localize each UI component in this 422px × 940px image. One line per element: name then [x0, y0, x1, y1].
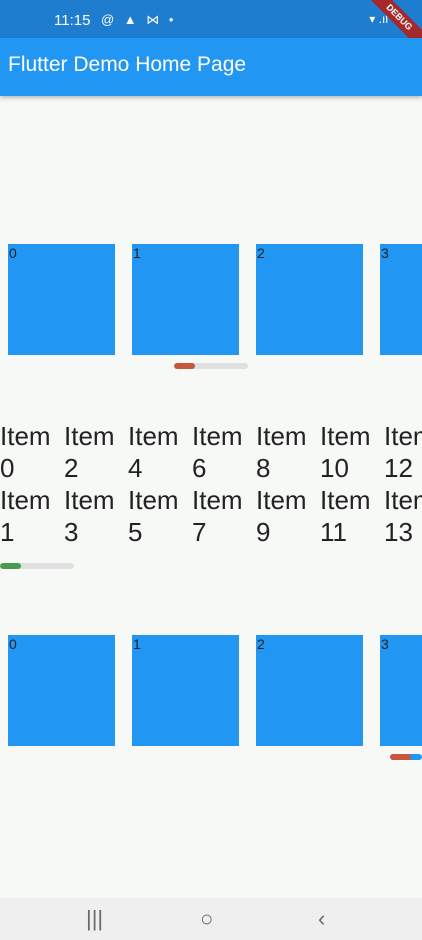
carousel-tile[interactable]: 1	[132, 635, 239, 746]
tile-label: 3	[381, 636, 389, 652]
tile-label: 1	[133, 636, 141, 652]
carousel-tile[interactable]: 2	[256, 635, 363, 746]
list-item[interactable]: Item 5	[128, 484, 192, 548]
list-item[interactable]: Item 13	[384, 484, 422, 548]
list-item[interactable]: Item 1	[0, 484, 64, 548]
carousel-tile[interactable]: 0	[8, 244, 115, 355]
grid-scroll-indicator[interactable]	[0, 563, 74, 569]
app-bar: Flutter Demo Home Page	[0, 38, 422, 96]
item-grid[interactable]: Item 0 Item 1 Item 2 Item 3 Item 4 Item …	[0, 420, 422, 554]
back-icon[interactable]: ‹	[318, 906, 325, 932]
bottom-scroll-indicator[interactable]	[390, 754, 422, 760]
tile-label: 3	[381, 245, 389, 261]
scroll-thumb[interactable]	[390, 754, 411, 760]
page-title: Flutter Demo Home Page	[8, 53, 247, 76]
list-item[interactable]: Item 4	[128, 420, 192, 484]
list-item[interactable]: Item 12	[384, 420, 422, 484]
tile-label: 2	[257, 245, 265, 261]
carousel-tile[interactable]: 2	[256, 244, 363, 355]
carousel-tile[interactable]: 1	[132, 244, 239, 355]
list-item[interactable]: Item 2	[64, 420, 128, 484]
scroll-thumb[interactable]	[174, 363, 195, 369]
list-item[interactable]: Item 6	[192, 420, 256, 484]
list-item[interactable]: Item 7	[192, 484, 256, 548]
status-bar: 11:15 @ ▲ ⋈ • ▾ .ıl DEBUG	[0, 0, 422, 55]
tile-label: 2	[257, 636, 265, 652]
list-item[interactable]: Item 11	[320, 484, 384, 548]
system-nav-bar: ||| ○ ‹	[0, 898, 422, 940]
list-item[interactable]: Item 8	[256, 420, 320, 484]
carousel-tile[interactable]: 0	[8, 635, 115, 746]
carousel-tile[interactable]: 3	[380, 635, 422, 746]
home-icon[interactable]: ○	[200, 906, 213, 932]
carousel-tile[interactable]: 3	[380, 244, 422, 355]
recents-icon[interactable]: |||	[86, 906, 103, 932]
list-item[interactable]: Item 10	[320, 420, 384, 484]
list-item[interactable]: Item 0	[0, 420, 64, 484]
scroll-thumb[interactable]	[0, 563, 21, 569]
top-carousel[interactable]: 0 1 2 3	[0, 244, 422, 356]
tile-label: 1	[133, 245, 141, 261]
tile-label: 0	[9, 636, 17, 652]
list-item[interactable]: Item 9	[256, 484, 320, 548]
top-scroll-indicator[interactable]	[174, 363, 248, 369]
notification-icons: @ ▲ ⋈ •	[101, 12, 177, 27]
bottom-carousel[interactable]: 0 1 2 3	[0, 635, 422, 747]
status-time: 11:15	[54, 12, 91, 29]
list-item[interactable]: Item 3	[64, 484, 128, 548]
tile-label: 0	[9, 245, 17, 261]
